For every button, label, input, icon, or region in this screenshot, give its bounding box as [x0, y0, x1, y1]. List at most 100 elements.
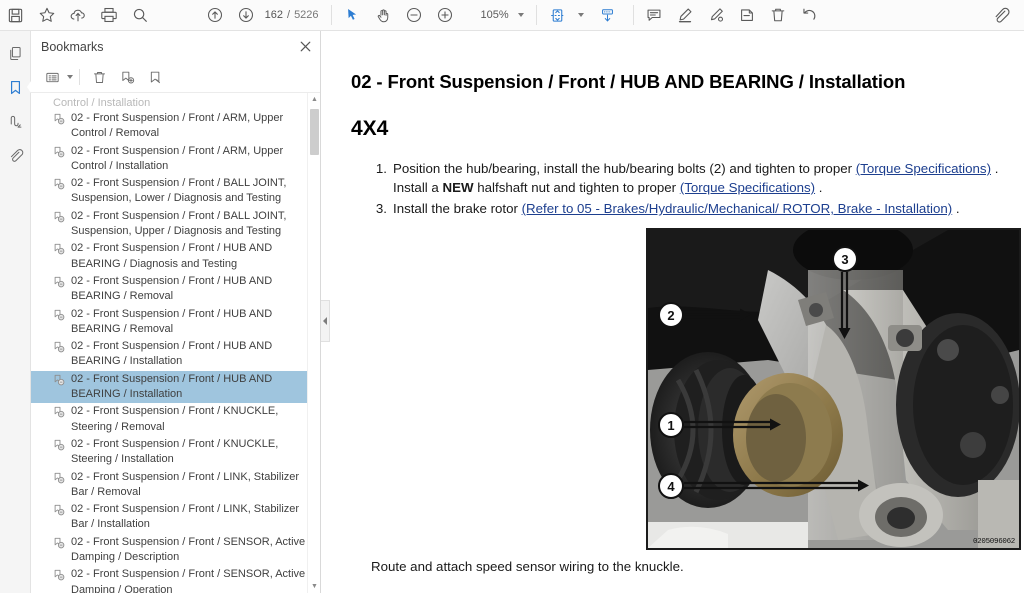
comment-icon[interactable]	[639, 2, 670, 29]
bookmark-entry-icon	[53, 374, 66, 392]
print-icon[interactable]	[93, 2, 124, 29]
bookmark-item[interactable]: 02 - Front Suspension / Front / LINK, St…	[31, 469, 320, 502]
bookmark-item[interactable]: 02 - Front Suspension / Front / HUB AND …	[31, 306, 320, 339]
close-icon[interactable]	[299, 40, 312, 53]
panel-tool-divider	[79, 69, 80, 85]
callout-4-arrow	[684, 479, 869, 492]
bookmark-item-label: 02 - Front Suspension / Front / LINK, St…	[71, 470, 300, 498]
signature-icon[interactable]	[2, 108, 28, 134]
scrollbar-thumb[interactable]	[310, 109, 319, 155]
cloud-upload-icon[interactable]	[62, 2, 93, 29]
figure-id-code: 0205096062	[972, 538, 1015, 546]
document-link[interactable]: (Torque Specifications)	[680, 180, 815, 195]
fit-page-chevron-icon[interactable]	[577, 13, 584, 17]
toolbar-divider-1	[330, 5, 332, 25]
page-thumbnails-icon[interactable]	[2, 40, 28, 66]
bookmark-item[interactable]: 02 - Front Suspension / Front / BALL JOI…	[31, 208, 320, 241]
collapse-panel-handle[interactable]	[321, 300, 330, 342]
callout-4-circle: 4	[658, 473, 684, 499]
document-link[interactable]: (Refer to 05 - Brakes/Hydraulic/Mechanic…	[522, 201, 953, 216]
document-view[interactable]: 02 - Front Suspension / Front / HUB AND …	[331, 31, 1024, 593]
page-indicator[interactable]: 162 / 5226	[261, 9, 319, 21]
bookmark-item-label: 02 - Front Suspension / Front / BALL JOI…	[71, 177, 287, 205]
bookmark-item[interactable]: 02 - Front Suspension / Front / BALL JOI…	[31, 175, 320, 208]
save-icon[interactable]	[0, 2, 31, 29]
toolbar-divider-3	[632, 5, 634, 25]
bookmark-item[interactable]: 02 - Front Suspension / Front / HUB AND …	[31, 273, 320, 306]
bookmark-item[interactable]: 02 - Front Suspension / Front / KNUCKLE,…	[31, 436, 320, 469]
bookmark-item-label: 02 - Front Suspension / Front / KNUCKLE,…	[71, 437, 279, 466]
page-subtitle: 4X4	[351, 117, 389, 140]
bookmark-item[interactable]: 02 - Front Suspension / Front / HUB AND …	[31, 240, 320, 273]
step-text: halfshaft nut and tighten to proper	[473, 180, 680, 195]
document-link[interactable]: (Torque Specifications)	[856, 161, 991, 176]
annotation-tools-group	[639, 0, 825, 31]
bookmark-item[interactable]: 02 - Front Suspension / Front / HUB AND …	[31, 338, 320, 371]
figure-hub-bearing: 2 3 1 4 0205096062	[646, 228, 1021, 550]
bookmarks-scrollbar[interactable]: ▲ ▼	[307, 93, 320, 593]
chevron-left-icon	[323, 317, 327, 325]
fit-page-icon[interactable]	[542, 2, 573, 29]
page-up-icon[interactable]	[199, 2, 230, 29]
bookmark-options-icon[interactable]	[39, 65, 65, 89]
page-current-input[interactable]: 162	[261, 9, 283, 21]
bookmark-item[interactable]: Control / Installation	[31, 95, 320, 110]
scroll-up-icon[interactable]: ▲	[308, 93, 320, 106]
bookmark-item[interactable]: 02 - Front Suspension / Front / ARM, Upp…	[31, 110, 320, 143]
select-cursor-icon[interactable]	[337, 2, 368, 29]
stamp-icon[interactable]	[732, 2, 763, 29]
bookmark-item[interactable]: 02 - Front Suspension / Front / LINK, St…	[31, 501, 320, 534]
bookmarks-scroll-area[interactable]: Control / Installation 02 - Front Suspens…	[31, 93, 320, 593]
top-toolbar: 162 / 5226 105%	[0, 0, 1024, 31]
bookmark-entry-icon	[53, 276, 66, 294]
callout-1-arrow	[684, 418, 781, 431]
zoom-out-icon[interactable]	[399, 2, 430, 29]
emphasis-text: NEW	[442, 180, 474, 195]
star-icon[interactable]	[31, 2, 62, 29]
step-text: .	[952, 201, 960, 216]
undo-icon[interactable]	[794, 2, 825, 29]
step-number: 1.	[375, 161, 387, 176]
find-bookmark-icon[interactable]	[142, 65, 168, 89]
bookmark-item-label: 02 - Front Suspension / Front / HUB AND …	[71, 340, 273, 368]
share-icon[interactable]	[985, 2, 1016, 29]
step-text: .	[991, 161, 999, 176]
bookmark-item[interactable]: 02 - Front Suspension / Front / SENSOR, …	[31, 566, 320, 593]
callout-1: 1	[658, 412, 782, 438]
page-down-icon[interactable]	[230, 2, 261, 29]
bookmarks-icon[interactable]	[2, 74, 33, 100]
bookmark-item-label: 02 - Front Suspension / Front / ARM, Upp…	[71, 112, 284, 140]
page-total: 5226	[294, 9, 319, 21]
bookmark-item-label: 02 - Front Suspension / Front / BALL JOI…	[71, 209, 287, 238]
search-icon[interactable]	[124, 2, 155, 29]
bookmark-entry-icon	[53, 472, 66, 490]
step-text: Position the hub/bearing, install the hu…	[393, 161, 856, 176]
new-bookmark-icon[interactable]	[114, 65, 140, 89]
bookmarks-toolbar	[31, 62, 320, 93]
zoom-in-icon[interactable]	[430, 2, 461, 29]
step-text: Install the brake rotor	[393, 201, 522, 216]
attachment-icon[interactable]	[2, 142, 28, 168]
bookmark-entry-icon	[53, 406, 66, 424]
bookmark-item[interactable]: 02 - Front Suspension / Front / HUB AND …	[31, 370, 320, 404]
chevron-down-icon[interactable]	[517, 13, 524, 17]
highlight-pen-icon[interactable]	[670, 2, 701, 29]
draw-icon[interactable]	[701, 2, 732, 29]
bookmark-entry-icon	[53, 146, 66, 164]
bookmark-item[interactable]: 02 - Front Suspension / Front / ARM, Upp…	[31, 143, 320, 176]
options-chevron-icon[interactable]	[67, 75, 73, 79]
bookmark-item-label: 02 - Front Suspension / Front / ARM, Upp…	[71, 144, 284, 172]
bookmark-entry-icon	[53, 211, 66, 229]
delete-bookmark-icon[interactable]	[86, 65, 112, 89]
scroll-mode-icon[interactable]	[592, 2, 623, 29]
bookmark-item[interactable]: 02 - Front Suspension / Front / KNUCKLE,…	[31, 403, 320, 436]
callout-2: 2	[658, 302, 752, 328]
bookmark-item-label: 02 - Front Suspension / Front / LINK, St…	[71, 503, 300, 531]
bookmark-entry-icon	[53, 178, 66, 196]
hand-pan-icon[interactable]	[368, 2, 399, 29]
callout-3: 3	[832, 246, 858, 345]
zoom-selector[interactable]: 105%	[475, 9, 524, 21]
delete-icon[interactable]	[763, 2, 794, 29]
bookmark-item[interactable]: 02 - Front Suspension / Front / SENSOR, …	[31, 534, 320, 567]
scroll-down-icon[interactable]: ▼	[308, 580, 320, 593]
